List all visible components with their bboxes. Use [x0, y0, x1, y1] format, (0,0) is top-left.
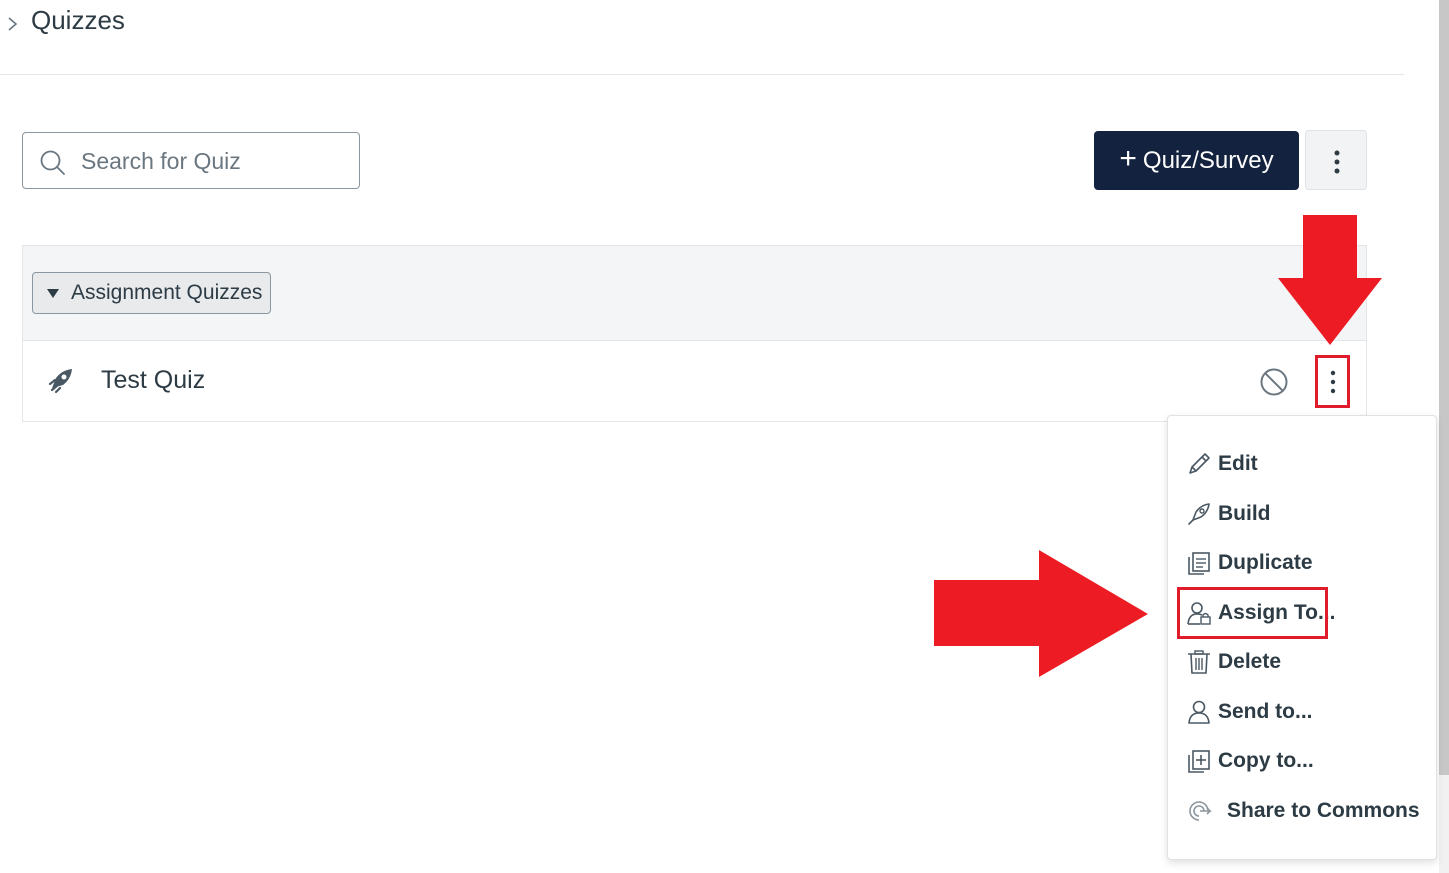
- annotation-arrow-right: [934, 550, 1148, 677]
- trash-icon: [1188, 650, 1210, 674]
- search-box[interactable]: [22, 132, 360, 189]
- rocket-icon: [1188, 503, 1210, 525]
- menu-item-build-label: Build: [1218, 502, 1271, 525]
- menu-item-edit[interactable]: Edit: [1186, 446, 1258, 482]
- scrollbar-thumb[interactable]: [1439, 0, 1449, 775]
- assignment-group-toggle[interactable]: Assignment Quizzes: [32, 272, 272, 314]
- unpublished-icon[interactable]: [1259, 367, 1289, 397]
- menu-item-share-to-commons[interactable]: Share to Commons: [1186, 793, 1420, 829]
- annotation-arrow-down: [1278, 215, 1382, 345]
- menu-item-send-to[interactable]: Send to...: [1186, 694, 1313, 730]
- annotation-highlight-assign-to: [1177, 587, 1328, 639]
- menu-item-copy-to-label: Copy to...: [1218, 749, 1314, 772]
- kebab-icon: [1330, 370, 1336, 394]
- user-icon: [1188, 700, 1210, 724]
- quiz-title-link[interactable]: Test Quiz: [101, 362, 205, 398]
- copy-add-icon: [1188, 750, 1210, 773]
- menu-item-build[interactable]: Build: [1186, 496, 1271, 532]
- header-divider: [0, 74, 1404, 75]
- menu-item-copy-to[interactable]: Copy to...: [1186, 743, 1314, 779]
- pencil-icon: [1189, 453, 1210, 474]
- menu-item-duplicate-label: Duplicate: [1218, 551, 1313, 574]
- search-input[interactable]: [79, 141, 349, 181]
- quiz-options-button[interactable]: [1315, 355, 1350, 408]
- duplicate-icon: [1188, 552, 1210, 575]
- caret-down-icon: [47, 288, 59, 298]
- add-quiz-button[interactable]: + Quiz/Survey: [1094, 131, 1299, 190]
- commons-icon: [1189, 801, 1212, 821]
- breadcrumb-chevron-icon: [8, 17, 18, 31]
- page-options-button[interactable]: [1305, 130, 1367, 190]
- add-quiz-label: Quiz/Survey: [1142, 146, 1274, 174]
- menu-item-delete-label: Delete: [1218, 650, 1282, 673]
- menu-item-share-to-commons-label: Share to Commons: [1227, 799, 1420, 822]
- menu-item-send-to-label: Send to...: [1218, 700, 1313, 723]
- plus-icon: +: [1119, 142, 1137, 175]
- rocket-icon: [48, 369, 72, 394]
- breadcrumb-current[interactable]: Quizzes: [31, 4, 125, 36]
- kebab-icon: [1334, 150, 1340, 174]
- search-icon: [40, 150, 65, 175]
- menu-item-duplicate[interactable]: Duplicate: [1186, 545, 1313, 581]
- menu-item-edit-label: Edit: [1218, 452, 1258, 475]
- assignment-group-title: Assignment Quizzes: [71, 281, 263, 304]
- menu-item-delete[interactable]: Delete: [1186, 644, 1281, 680]
- quiz-row[interactable]: [22, 340, 1367, 422]
